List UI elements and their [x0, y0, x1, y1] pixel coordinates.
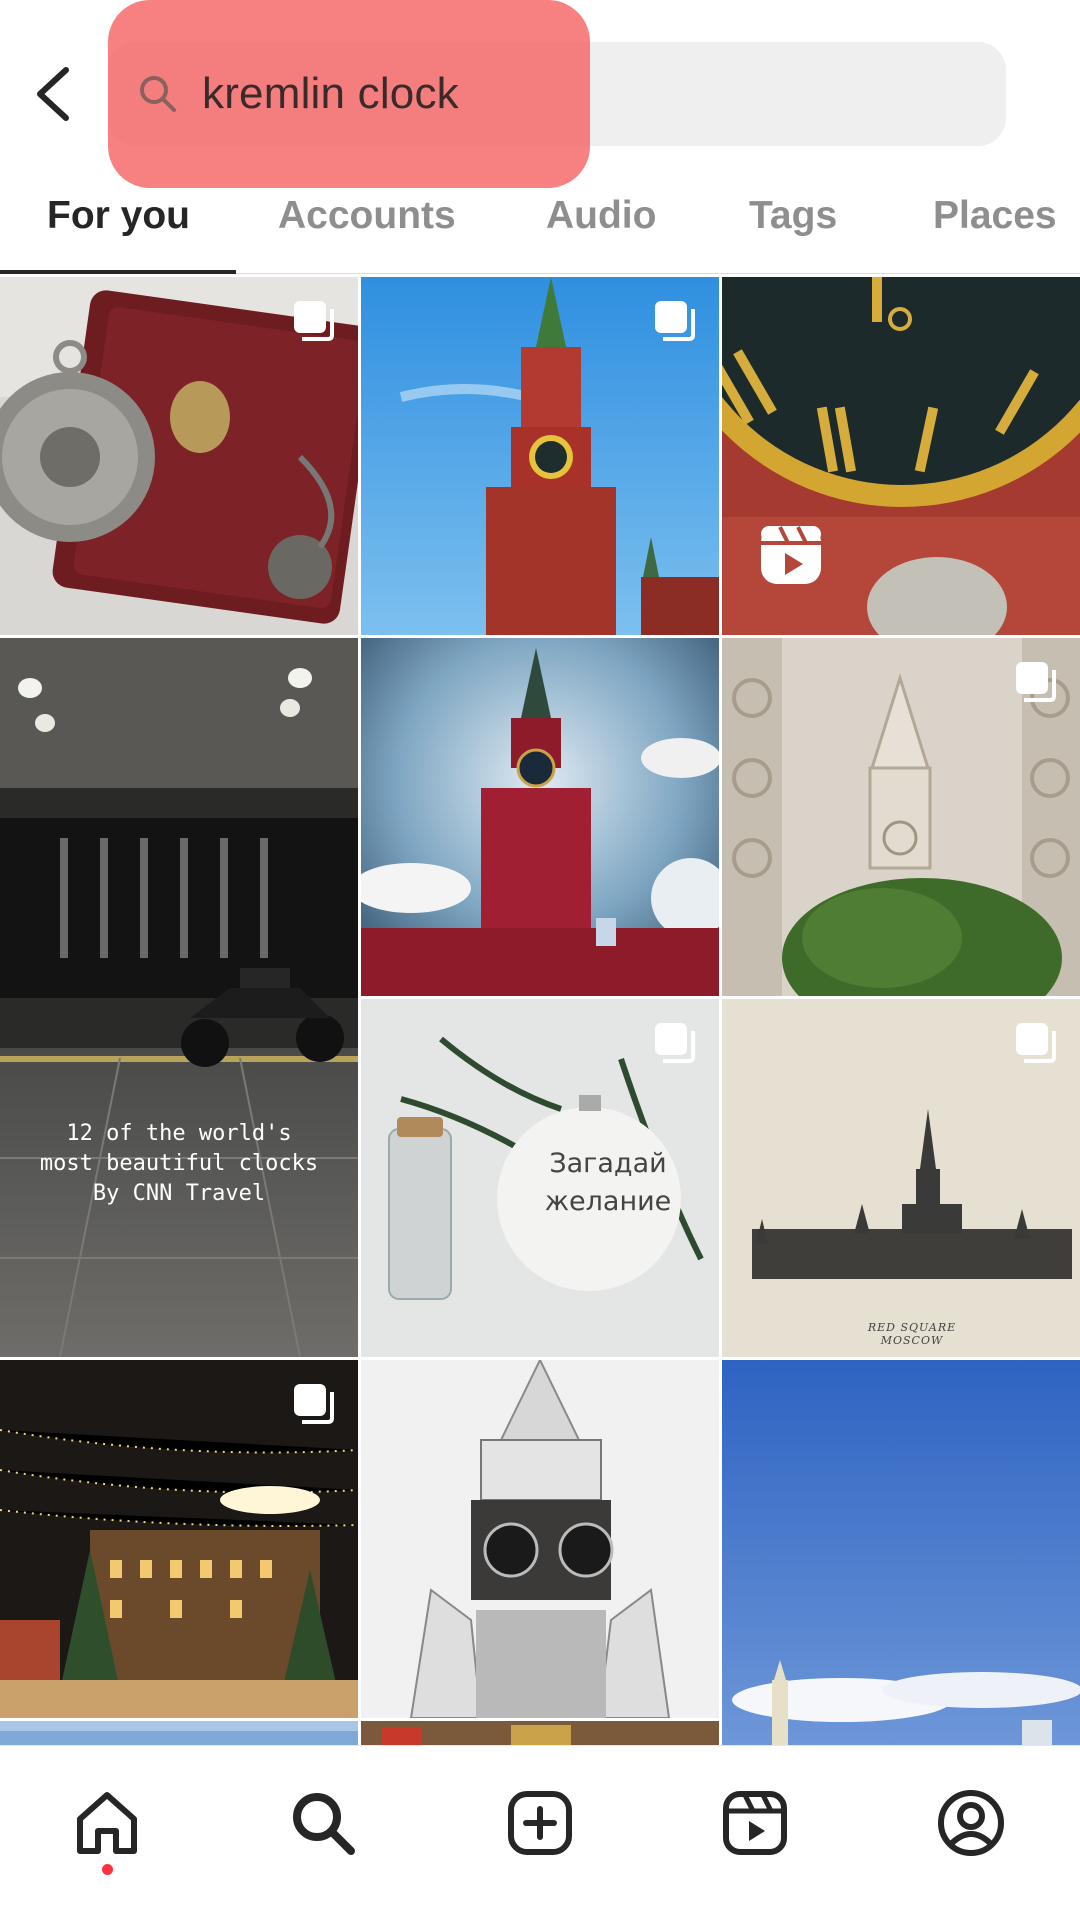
- reel-caption: 12 of the world's most beautiful clocks …: [39, 1121, 319, 1206]
- carousel-icon: [1016, 662, 1056, 702]
- nav-search[interactable]: [278, 1778, 368, 1868]
- results-tabs: For you Accounts Audio Tags Places: [0, 186, 1080, 276]
- city-skyline-image: [722, 1360, 1080, 1745]
- grid-tile-partial[interactable]: [361, 1721, 719, 1745]
- carousel-icon: [655, 301, 695, 341]
- search-icon: [136, 72, 180, 116]
- tab-for-you[interactable]: For you: [47, 186, 190, 276]
- carousel-icon: [294, 301, 334, 341]
- active-tab-indicator: [0, 270, 236, 274]
- nav-reels[interactable]: [710, 1778, 800, 1868]
- grid-tile-spasskaya-tower[interactable]: [361, 277, 719, 635]
- carousel-icon: [1016, 1023, 1056, 1063]
- create-post-icon: [508, 1791, 572, 1855]
- nav-profile[interactable]: [926, 1778, 1016, 1868]
- tab-tags[interactable]: Tags: [749, 186, 837, 276]
- grid-tile-kremlin-sketch[interactable]: RED SQUARE MOSCOW: [722, 999, 1080, 1357]
- profile-icon: [938, 1790, 1004, 1856]
- back-button[interactable]: [22, 60, 82, 128]
- chevron-left-icon: [37, 67, 69, 121]
- grid-tile-partial[interactable]: [0, 1721, 358, 1745]
- home-icon: [77, 1792, 137, 1854]
- partial-festive-image: [361, 1721, 719, 1745]
- partial-sky-image: [0, 1721, 358, 1745]
- search-input[interactable]: kremlin clock: [202, 69, 459, 119]
- nav-home[interactable]: [62, 1778, 152, 1868]
- grid-tile-clock-face[interactable]: [722, 277, 1080, 635]
- dark-hall-image: [0, 638, 358, 1357]
- results-grid: 12 of the world's most beautiful clocks …: [0, 277, 1080, 1745]
- grid-tile-beaded-tower[interactable]: [361, 1360, 719, 1718]
- red-tower-image: [361, 638, 719, 996]
- tab-places[interactable]: Places: [933, 186, 1057, 276]
- nav-create[interactable]: [495, 1778, 585, 1868]
- grid-tile-cnn-travel-reel[interactable]: 12 of the world's most beautiful clocks …: [0, 638, 358, 1357]
- search-header: kremlin clock: [0, 0, 1080, 188]
- tab-accounts[interactable]: Accounts: [278, 186, 456, 276]
- tab-audio[interactable]: Audio: [546, 186, 656, 276]
- search-field[interactable]: kremlin clock: [108, 42, 459, 146]
- grid-tile-night-market[interactable]: [0, 1360, 358, 1718]
- grid-tile-stone-relief[interactable]: [722, 638, 1080, 996]
- grid-tile-pocket-watch[interactable]: [0, 277, 358, 635]
- ornament-inscription: Загадай желание: [544, 1148, 672, 1217]
- carousel-icon: [655, 1023, 695, 1063]
- sketch-caption: RED SQUARE MOSCOW: [867, 1321, 957, 1347]
- reels-icon: [723, 1791, 787, 1855]
- search-results-screen: kremlin clock For you Accounts Audio Tag…: [0, 0, 1080, 1920]
- reels-icon: [761, 526, 821, 584]
- bottom-navigation: [0, 1745, 1080, 1920]
- search-icon: [293, 1793, 355, 1855]
- home-notification-dot: [102, 1864, 113, 1875]
- grid-tile-red-tower[interactable]: [361, 638, 719, 996]
- grid-tile-city-skyline[interactable]: [722, 1360, 1080, 1745]
- grid-tile-christmas-ornament[interactable]: Загадай желание: [361, 999, 719, 1357]
- carousel-icon: [294, 1384, 334, 1424]
- beaded-tower-image: [361, 1360, 719, 1718]
